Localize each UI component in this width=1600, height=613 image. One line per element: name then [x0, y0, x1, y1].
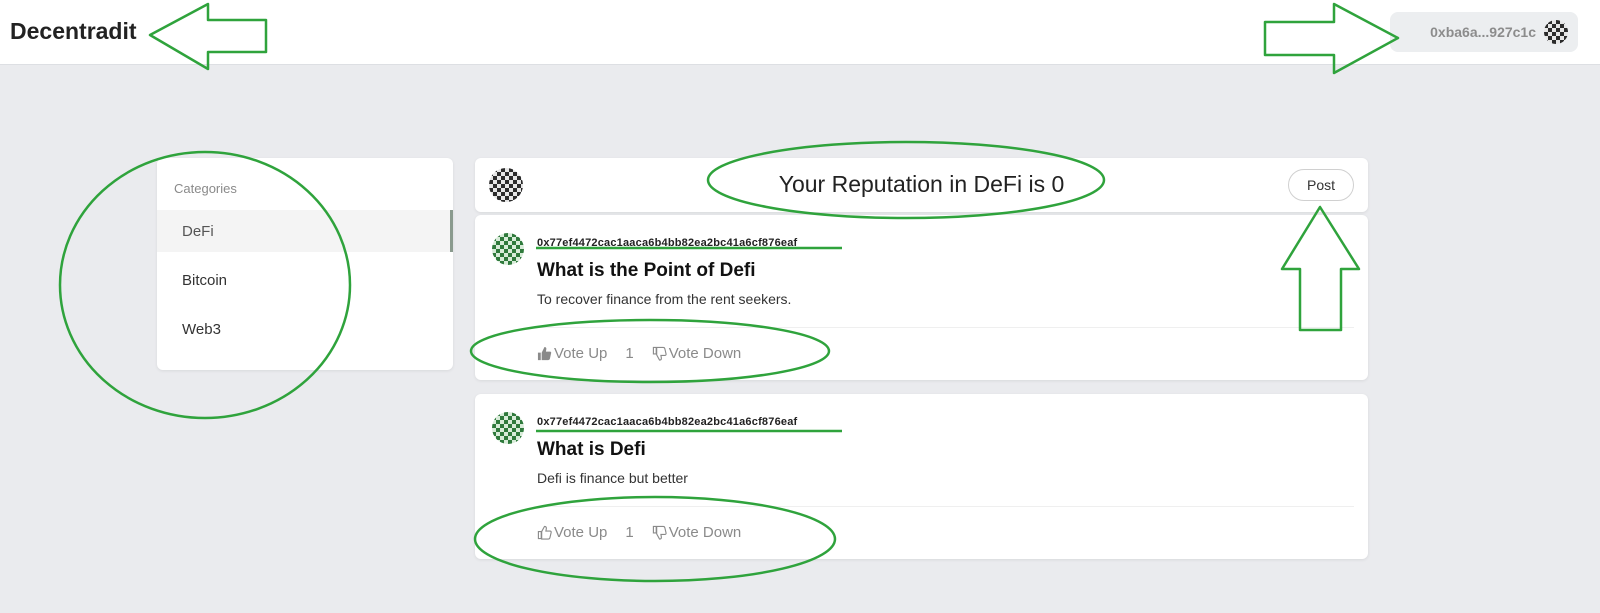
vote-down-label: Vote Down [668, 345, 742, 362]
thumbs-down-icon [652, 525, 667, 540]
reputation-title: Your Reputation in DeFi is 0 [778, 171, 1065, 197]
categories-sidebar: Categories DeFi Bitcoin Web3 [157, 158, 453, 370]
sidebar-item-label: DeFi [182, 222, 214, 240]
thumbs-down-icon [652, 346, 667, 361]
sidebar-item-defi[interactable]: DeFi [157, 210, 453, 252]
post-divider [537, 327, 1354, 328]
author-avatar-icon [492, 233, 524, 265]
wallet-account-button[interactable]: 0xba6a...927c1c [1390, 12, 1578, 52]
post-title: What is Defi [537, 439, 646, 460]
vote-up-button[interactable]: Vote Up [537, 524, 607, 541]
thumbs-up-filled-icon [537, 346, 552, 361]
categories-title: Categories [174, 181, 237, 196]
vote-controls: Vote Up 1 Vote Down [537, 345, 741, 362]
thumbs-up-icon [537, 525, 552, 540]
vote-count: 1 [625, 524, 634, 541]
app-brand[interactable]: Decentradit [10, 18, 137, 45]
sidebar-item-web3[interactable]: Web3 [157, 308, 453, 350]
post-button[interactable]: Post [1288, 169, 1354, 201]
post-body: Defi is finance but better [537, 470, 688, 486]
vote-down-button[interactable]: Vote Down [652, 524, 742, 541]
post-author-address: 0x77ef4472cac1aaca6b4bb82ea2bc41a6cf876e… [537, 237, 798, 249]
post-body: To recover finance from the rent seekers… [537, 291, 792, 307]
vote-count: 1 [625, 345, 634, 362]
post-card: 0x77ef4472cac1aaca6b4bb82ea2bc41a6cf876e… [475, 394, 1368, 559]
wallet-address: 0xba6a...927c1c [1430, 24, 1536, 40]
vote-down-button[interactable]: Vote Down [652, 345, 742, 362]
sidebar-item-label: Web3 [182, 320, 221, 338]
identicon-avatar-icon [1544, 20, 1568, 44]
author-avatar-icon [492, 412, 524, 444]
reputation-bar: Your Reputation in DeFi is 0 Post [475, 158, 1368, 212]
vote-up-label: Vote Up [554, 524, 608, 541]
sidebar-item-label: Bitcoin [182, 271, 228, 289]
post-card: 0x77ef4472cac1aaca6b4bb82ea2bc41a6cf876e… [475, 215, 1368, 380]
vote-up-button[interactable]: Vote Up [537, 345, 607, 362]
vote-controls: Vote Up 1 Vote Down [537, 524, 741, 541]
top-header: Decentradit 0xba6a...927c1c [0, 0, 1600, 65]
post-divider [537, 506, 1354, 507]
sidebar-item-bitcoin[interactable]: Bitcoin [157, 259, 453, 301]
post-title: What is the Point of Defi [537, 260, 756, 281]
vote-up-label: Vote Up [554, 345, 608, 362]
post-author-address: 0x77ef4472cac1aaca6b4bb82ea2bc41a6cf876e… [537, 416, 798, 428]
vote-down-label: Vote Down [668, 524, 742, 541]
